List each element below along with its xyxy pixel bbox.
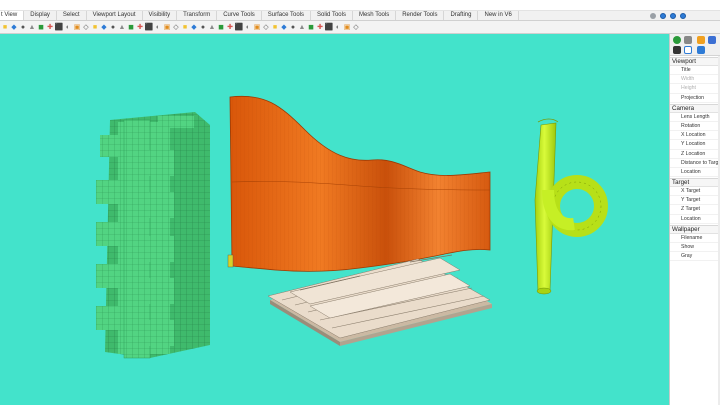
viewport-scene — [96, 95, 608, 359]
tab-curve-tools[interactable]: Curve Tools — [217, 11, 262, 20]
render-props-icon[interactable] — [697, 46, 705, 54]
curve-icon[interactable]: ✚ — [136, 23, 144, 32]
extrude-icon[interactable]: ■ — [271, 23, 279, 32]
settings-icon[interactable] — [680, 13, 686, 19]
new-icon[interactable]: ■ — [1, 23, 9, 32]
zoom-window-icon[interactable]: ▣ — [73, 23, 81, 32]
tab-display[interactable]: Display — [24, 11, 57, 20]
tab-visibility[interactable]: Visibility — [143, 11, 178, 20]
layer-icon[interactable]: ◆ — [100, 23, 108, 32]
tab-solid-tools[interactable]: Solid Tools — [311, 11, 353, 20]
tab-set-view[interactable]: t View — [0, 11, 25, 20]
cylinder-icon[interactable]: ▲ — [208, 23, 216, 32]
join-icon[interactable]: ◼ — [307, 23, 315, 32]
prop-lens-length[interactable]: Lens Length — [670, 113, 720, 122]
arrange-icon[interactable] — [660, 13, 666, 19]
gear-icon[interactable] — [650, 13, 656, 19]
rhino-window: t View Display Select Viewport Layout Vi… — [0, 0, 720, 405]
prop-target-location[interactable]: Location — [670, 215, 720, 224]
open-icon[interactable]: ◆ — [10, 23, 18, 32]
tab-drafting[interactable]: Drafting — [444, 11, 479, 20]
prop-width: Width — [670, 75, 720, 85]
layer-icon[interactable] — [697, 36, 705, 44]
prop-camera-location[interactable]: Location — [670, 168, 720, 178]
perspective-viewport[interactable] — [0, 34, 669, 405]
gumball-icon[interactable]: ▣ — [343, 23, 351, 32]
zoom-icon[interactable]: ⬛ — [55, 23, 64, 32]
prop-distance-to-target[interactable]: Distance to Targ — [670, 159, 720, 168]
panel-tab-icons — [670, 34, 720, 56]
prop-x-target[interactable]: X Target — [670, 187, 720, 197]
title-strip — [0, 0, 720, 11]
orange-wave-surface[interactable] — [227, 95, 491, 272]
tab-render-tools[interactable]: Render Tools — [396, 11, 445, 20]
tab-mesh-tools[interactable]: Mesh Tools — [353, 11, 397, 20]
section-wallpaper[interactable]: Wallpaper — [670, 224, 720, 234]
light-icon[interactable]: ◐ — [244, 23, 252, 32]
fillet-icon[interactable]: ◆ — [280, 23, 288, 32]
prop-projection[interactable]: Projection — [670, 94, 720, 103]
osnap-icon[interactable]: ⬛ — [325, 23, 334, 32]
prop-rotation[interactable]: Rotation — [670, 122, 720, 132]
circle-icon[interactable]: ⬛ — [145, 23, 154, 32]
grid-icon[interactable]: ■ — [91, 23, 99, 32]
tab-select[interactable]: Select — [57, 11, 87, 20]
properties-icon[interactable]: ● — [109, 23, 117, 32]
explode-icon[interactable]: ✚ — [316, 23, 324, 32]
print-icon[interactable]: ▲ — [28, 23, 36, 32]
trim-icon[interactable]: ● — [289, 23, 297, 32]
undo-icon[interactable]: ◼ — [37, 23, 45, 32]
sphere-icon[interactable]: ◆ — [190, 23, 198, 32]
prop-height: Height — [670, 84, 720, 94]
tab-viewport-layout[interactable]: Viewport Layout — [87, 11, 143, 20]
prop-y-target[interactable]: Y Target — [670, 196, 720, 206]
prop-z-target[interactable]: Z Target — [670, 205, 720, 215]
tab-surface-tools[interactable]: Surface Tools — [262, 11, 312, 20]
section-camera[interactable]: Camera — [670, 103, 720, 113]
rotate-view-icon[interactable]: ◇ — [82, 23, 90, 32]
line-icon[interactable]: ▲ — [118, 23, 126, 32]
ortho-icon[interactable]: ◐ — [334, 23, 342, 32]
pan-icon[interactable]: ✚ — [46, 23, 54, 32]
toolbar-tab-strip: t View Display Select Viewport Layout Vi… — [0, 11, 720, 21]
history-icon[interactable]: ◇ — [352, 23, 360, 32]
arc-icon[interactable]: ◐ — [154, 23, 162, 32]
tab-new-in-v6[interactable]: New in V6 — [478, 11, 519, 20]
rectangle-icon[interactable]: ▣ — [163, 23, 171, 32]
prop-y-location[interactable]: Y Location — [670, 140, 720, 150]
point-icon[interactable]: ■ — [181, 23, 189, 32]
zoom-extents-icon[interactable]: ◐ — [64, 23, 72, 32]
camera-icon[interactable] — [673, 46, 681, 54]
shaded-icon[interactable]: ◼ — [217, 23, 225, 32]
tab-transform[interactable]: Transform — [177, 11, 218, 20]
prop-z-location[interactable]: Z Location — [670, 150, 720, 159]
tab-bar-controls — [650, 11, 686, 21]
split-icon[interactable]: ▲ — [298, 23, 306, 32]
polyline-icon[interactable]: ◼ — [127, 23, 135, 32]
loft-icon[interactable]: ◇ — [262, 23, 270, 32]
object-properties-icon[interactable] — [673, 36, 681, 44]
viewport-props-icon[interactable] — [684, 46, 692, 54]
prop-x-location[interactable]: X Location — [670, 131, 720, 141]
prop-title[interactable]: Title — [670, 66, 720, 76]
light-icon[interactable] — [708, 36, 716, 44]
section-viewport[interactable]: Viewport — [670, 57, 720, 66]
section-target[interactable]: Target — [670, 178, 720, 188]
polygon-icon[interactable]: ◇ — [172, 23, 180, 32]
box-icon[interactable]: ● — [199, 23, 207, 32]
surface-icon[interactable]: ▣ — [253, 23, 261, 32]
prop-filename[interactable]: Filename — [670, 234, 720, 243]
prop-show[interactable]: Show — [670, 243, 720, 253]
yellow-pipe[interactable] — [534, 118, 608, 295]
render-icon[interactable]: ✚ — [226, 23, 234, 32]
material-icon[interactable] — [684, 36, 692, 44]
material-icon[interactable]: ⬛ — [235, 23, 244, 32]
prop-gray[interactable]: Gray — [670, 252, 720, 262]
properties-panel: Viewport Title Width Height Projection C… — [669, 34, 720, 405]
minimize-icon[interactable] — [670, 13, 676, 19]
standard-toolbar: ■ ◆ ● ▲ ◼ ✚ ⬛ ◐ ▣ ◇ ■ ◆ ● ▲ ◼ ✚ ⬛ ◐ ▣ ◇ ■ ◆ ● ▲ ◼ ✚ ⬛ ◐ ▣ ◇ ■ ◆ ● ▲ ◼ ✚ ⬛ ◐ ▣ ◇ — [0, 21, 720, 34]
green-voxel-tower[interactable] — [96, 112, 210, 359]
save-icon[interactable]: ● — [19, 23, 27, 32]
